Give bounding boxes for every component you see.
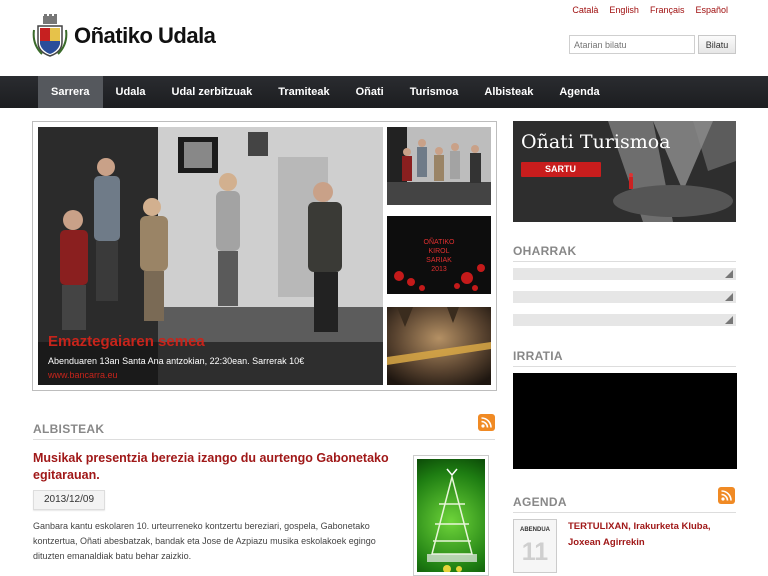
lang-francais-link[interactable]: Français <box>650 5 685 15</box>
slide-caption-title[interactable]: Emaztegaiaren semea <box>48 333 205 350</box>
albisteak-heading: ALBISTEAK <box>33 422 105 436</box>
search-form: Bilatu <box>569 35 736 54</box>
slide-caption-text: Abenduaren 13an Santa Ana antzokian, 22:… <box>48 356 305 366</box>
slider-thumb-theatre[interactable] <box>387 127 491 205</box>
nav-item-sarrera[interactable]: Sarrera <box>38 76 103 108</box>
albisteak-divider <box>33 439 495 440</box>
nav-item-turismoa[interactable]: Turismoa <box>397 76 472 108</box>
cave-thumb-image <box>387 307 491 385</box>
agenda-date-badge: ABENDUA 11 <box>513 519 557 573</box>
site-logo[interactable]: Oñatiko Udala <box>32 14 216 58</box>
kirol-sariak-thumb-text: OÑATIKO KIROL SARIAK 2013 <box>423 239 455 273</box>
site-header: Català English Français Español Oñatiko … <box>0 0 768 76</box>
search-input[interactable] <box>569 35 695 54</box>
oharrak-heading: OHARRAK <box>513 244 577 258</box>
agenda-divider <box>513 512 736 513</box>
agenda-heading: AGENDA <box>513 495 567 509</box>
nav-item-agenda[interactable]: Agenda <box>546 76 612 108</box>
turismo-banner[interactable]: Oñati Turismoa SARTU <box>513 121 736 222</box>
oharrak-item[interactable] <box>513 314 736 326</box>
irratia-heading: IRRATIA <box>513 349 563 363</box>
news-body: Ganbara kantu eskolaren 10. urteurreneko… <box>33 521 376 561</box>
turismo-sartu-button[interactable]: SARTU <box>521 162 601 177</box>
oharrak-item[interactable] <box>513 268 736 280</box>
featured-main-image[interactable]: Emaztegaiaren semea Abenduaren 13an Sant… <box>38 127 383 385</box>
search-button[interactable]: Bilatu <box>698 35 736 54</box>
lang-english-link[interactable]: English <box>609 5 639 15</box>
irratia-divider <box>513 366 736 367</box>
turismo-title: Oñati Turismoa <box>521 131 671 153</box>
christmas-tree-image <box>427 468 477 572</box>
coat-of-arms-icon <box>32 14 68 57</box>
albisteak-rss-icon[interactable] <box>478 414 495 431</box>
featured-slider: Emaztegaiaren semea Abenduaren 13an Sant… <box>32 121 497 391</box>
nav-item-onati[interactable]: Oñati <box>343 76 397 108</box>
corner-fold-icon <box>725 316 733 324</box>
agenda-rss-icon[interactable] <box>718 487 735 504</box>
corner-fold-icon <box>725 293 733 301</box>
language-selector: Català English Français Español <box>572 5 728 15</box>
theatre-thumb-image <box>387 127 491 205</box>
news-image[interactable] <box>413 455 489 576</box>
main-nav: Sarrera Udala Udal zerbitzuak Tramiteak … <box>0 76 768 108</box>
agenda-month: ABENDUA <box>520 527 550 533</box>
news-title-link[interactable]: Musikak presentzia berezia izango du aur… <box>33 450 393 484</box>
lang-espanol-link[interactable]: Español <box>695 5 728 15</box>
corner-fold-icon <box>725 270 733 278</box>
nav-item-udal-zerbitzuak[interactable]: Udal zerbitzuak <box>159 76 266 108</box>
agenda-day: 11 <box>521 538 549 566</box>
nav-item-tramiteak[interactable]: Tramiteak <box>265 76 342 108</box>
slide-caption-link[interactable]: www.bancarra.eu <box>48 370 118 380</box>
radio-player[interactable] <box>513 373 737 469</box>
lang-catala-link[interactable]: Català <box>572 5 598 15</box>
agenda-event-link[interactable]: TERTULIXAN, Irakurketa Kluba, Joxean Agi… <box>568 519 738 551</box>
nav-item-udala[interactable]: Udala <box>103 76 159 108</box>
slider-thumb-cave[interactable] <box>387 307 491 385</box>
news-date: 2013/12/09 <box>33 490 105 510</box>
nav-item-albisteak[interactable]: Albisteak <box>471 76 546 108</box>
oharrak-item[interactable] <box>513 291 736 303</box>
slider-thumb-kirol-sariak[interactable]: OÑATIKO KIROL SARIAK 2013 <box>387 216 491 294</box>
oharrak-divider <box>513 261 736 262</box>
site-title: Oñatiko Udala <box>74 23 216 48</box>
